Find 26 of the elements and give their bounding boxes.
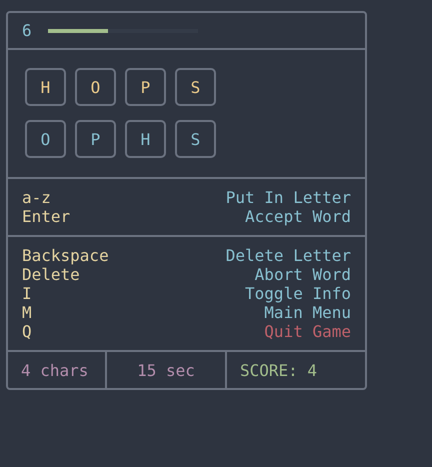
key-action: Put In Letter	[226, 188, 351, 207]
key-label: Backspace	[22, 246, 109, 265]
key-label: I	[22, 284, 32, 303]
letter-tile: S	[175, 68, 216, 106]
letter-tile: P	[125, 68, 166, 106]
key-label: Q	[22, 322, 32, 341]
letter-tile: O	[25, 120, 66, 158]
letter-tile: H	[125, 120, 166, 158]
score: SCORE: 4	[239, 360, 318, 382]
key-action: Main Menu	[264, 303, 351, 322]
key-action: Accept Word	[245, 207, 351, 226]
time-left: 15 sec	[107, 352, 227, 388]
key-label: M	[22, 303, 32, 322]
key-action: Toggle Info	[245, 284, 351, 303]
letter-tile: H	[25, 68, 66, 106]
letter-count: 6	[22, 21, 32, 40]
key-label: a-z	[22, 188, 51, 207]
key-action: Delete Letter	[226, 246, 351, 265]
key-action: Abort Word	[254, 265, 351, 284]
letter-tile: S	[175, 120, 216, 158]
key-label: Enter	[22, 207, 70, 226]
key-label: Delete	[22, 265, 80, 284]
letter-tile: P	[75, 120, 116, 158]
letter-tile: O	[75, 68, 116, 106]
key-action: Quit Game	[264, 322, 351, 341]
char-count: 4 chars	[8, 352, 107, 388]
